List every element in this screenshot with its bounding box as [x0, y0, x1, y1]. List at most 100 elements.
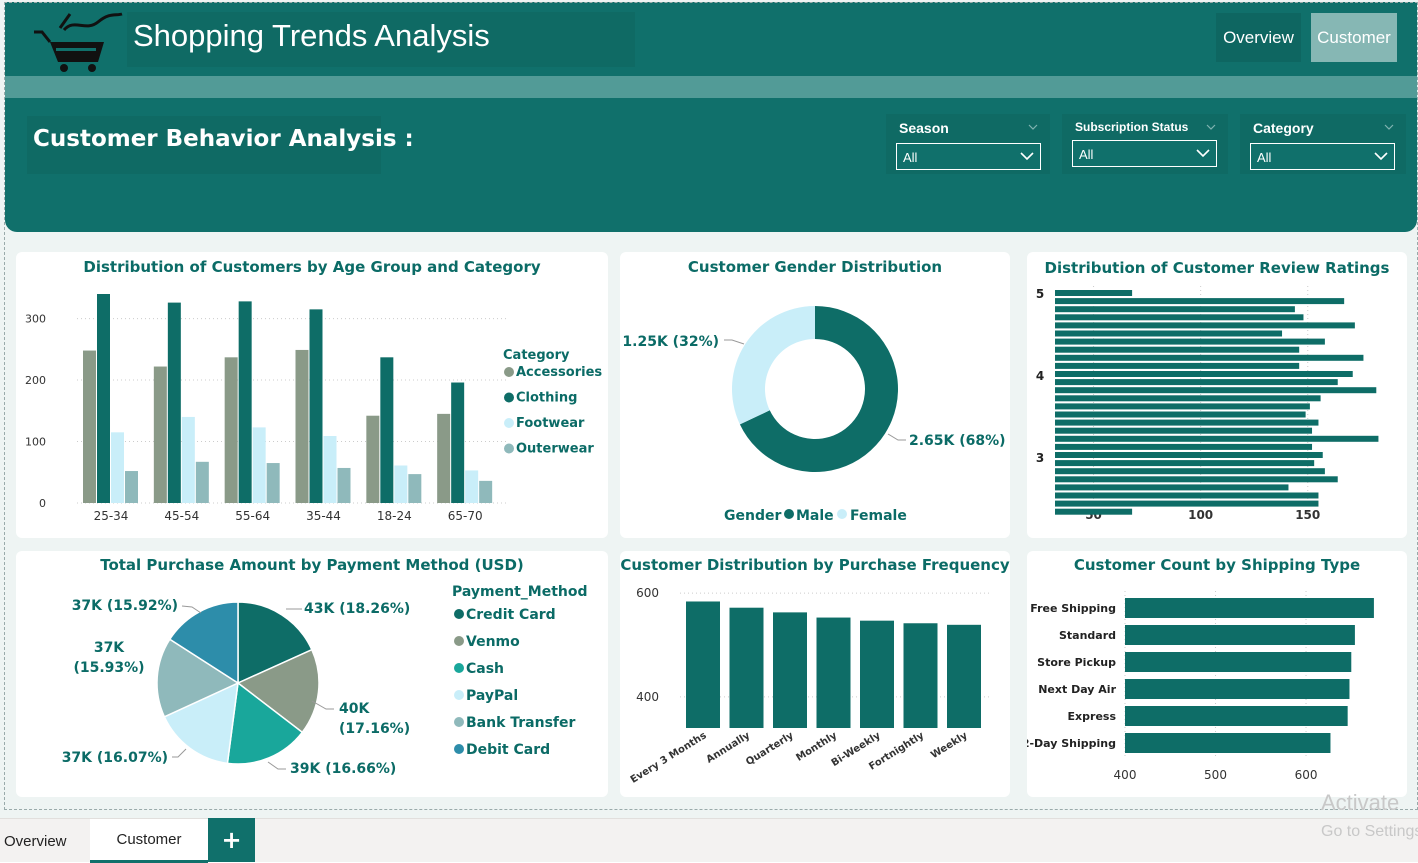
payment-chart-card[interactable]: Total Purchase Amount by Payment Method … — [16, 551, 608, 797]
legend-marker — [454, 690, 464, 700]
bar-clothing — [451, 382, 465, 503]
rating-bar — [1055, 427, 1313, 434]
y-tick-label: Free Shipping — [1030, 602, 1116, 615]
bar-accessories — [83, 350, 96, 503]
x-tick-label: 55-64 — [235, 509, 270, 523]
chevron-down-icon — [1374, 152, 1388, 161]
donut-slice-female — [732, 306, 815, 425]
page-tab-customer[interactable]: Customer — [90, 819, 208, 863]
bar-accessories — [153, 366, 167, 503]
report-canvas: Shopping Trends Analysis Overview Custom… — [0, 0, 1418, 863]
page-tab-overview[interactable]: Overview — [0, 819, 90, 863]
gender-donut-chart: 2.65K (68%) 1.25K (32%) Gender Male Female — [622, 306, 1006, 524]
rating-bar — [1055, 435, 1379, 442]
rating-bar — [1055, 338, 1325, 345]
header-band — [5, 76, 1417, 98]
y-tick-label: 4 — [1036, 369, 1044, 383]
bar-clothing — [309, 309, 323, 503]
chevron-down-icon — [1020, 152, 1034, 161]
legend-label: Female — [850, 508, 907, 524]
x-tick-label: 18-24 — [377, 509, 412, 523]
frequency-bar — [903, 623, 938, 728]
subscription-dropdown[interactable]: All — [1072, 140, 1217, 167]
y-tick-label: 200 — [25, 374, 46, 387]
shipping-bar — [1125, 706, 1348, 726]
legend-label: Credit Card — [466, 607, 556, 623]
x-tick-label: 500 — [1204, 768, 1227, 782]
rating-bar — [1055, 354, 1364, 361]
shipping-bar — [1125, 652, 1352, 672]
activation-watermark-sub: Go to Settings — [1321, 823, 1418, 840]
rating-bar — [1055, 362, 1300, 369]
ratings-chart-card[interactable]: Distribution of Customer Review Ratings … — [1027, 252, 1407, 538]
bar-outerwear — [337, 467, 351, 503]
legend-title: Payment_Method — [452, 584, 588, 600]
category-dropdown[interactable]: All — [1250, 143, 1395, 170]
age-category-chart-card[interactable]: Distribution of Customers by Age Group a… — [16, 252, 608, 538]
legend-label: Accessories — [516, 365, 602, 380]
bar-footwear — [394, 465, 408, 503]
data-label: 37K (15.92%) — [72, 598, 178, 614]
bar-outerwear — [266, 463, 280, 503]
legend-label: Footwear — [516, 416, 585, 431]
chevron-down-icon — [1196, 149, 1210, 158]
chevron-down-icon[interactable] — [1206, 122, 1216, 132]
rating-bar — [1055, 290, 1133, 296]
data-label: 40K (17.16%) — [339, 701, 410, 737]
legend-marker — [504, 443, 514, 454]
shipping-bar-chart: 400 500 600 Free Shipping Standard Store Pick… — [1027, 591, 1374, 782]
subscription-slicer-label: Subscription Status — [1075, 120, 1189, 134]
shipping-bar — [1125, 625, 1355, 645]
bar-clothing — [97, 294, 110, 503]
bar-footwear — [181, 416, 195, 503]
bar-accessories — [295, 349, 309, 503]
bar-outerwear — [125, 471, 138, 503]
data-label: 43K (18.26%) — [304, 601, 410, 617]
rating-bar — [1055, 508, 1133, 515]
frequency-bar — [947, 624, 981, 728]
rating-bar — [1055, 395, 1321, 402]
legend-title: Category — [503, 348, 570, 363]
chevron-down-icon[interactable] — [1028, 122, 1038, 132]
season-slicer-label: Season — [899, 120, 949, 136]
bar-clothing — [380, 357, 394, 503]
x-tick-label: Weekly — [929, 730, 970, 761]
section-title: Customer Behavior Analysis : — [33, 126, 414, 152]
bar-clothing — [238, 301, 252, 503]
legend-label: Bank Transfer — [466, 715, 576, 731]
frequency-bar — [816, 617, 851, 728]
add-page-button[interactable]: + — [208, 818, 255, 862]
rating-bar — [1055, 298, 1345, 305]
shipping-chart-card[interactable]: Customer Count by Shipping Type 400 500 60… — [1027, 551, 1407, 797]
rating-bar — [1055, 371, 1353, 377]
x-tick-label: 65-70 — [448, 509, 483, 523]
category-slicer-label: Category — [1253, 120, 1314, 136]
y-tick-label: 2-Day Shipping — [1027, 737, 1116, 750]
leader-line — [724, 339, 745, 345]
y-tick-label: 5 — [1036, 287, 1044, 301]
rating-bar — [1055, 314, 1304, 321]
y-tick-label: Store Pickup — [1037, 656, 1116, 669]
legend-marker — [784, 509, 794, 519]
chevron-down-icon[interactable] — [1384, 122, 1394, 132]
season-slicer: Season All — [886, 114, 1050, 174]
gender-chart-card[interactable]: Customer Gender Distribution 2.65K (68%)… — [620, 252, 1010, 538]
shipping-bar — [1125, 679, 1350, 699]
season-dropdown-value: All — [903, 150, 918, 165]
frequency-chart-card[interactable]: Customer Distribution by Purchase Freque… — [620, 551, 1010, 797]
bar-outerwear — [479, 480, 493, 503]
shopping-cart-logo-icon — [34, 12, 123, 72]
data-label: 37K (15.93%) — [73, 640, 144, 676]
rating-bar — [1055, 460, 1315, 467]
data-label: 37K (16.07%) — [62, 750, 168, 766]
nav-overview-button[interactable]: Overview — [1216, 13, 1301, 62]
y-tick-label: 600 — [636, 586, 659, 600]
bar-outerwear — [408, 474, 422, 503]
shipping-bar — [1125, 598, 1374, 618]
season-dropdown[interactable]: All — [896, 143, 1041, 170]
frequency-bar — [686, 601, 720, 728]
y-tick-label: 3 — [1036, 451, 1044, 465]
x-tick-label: 35-44 — [306, 509, 341, 523]
frequency-bar-chart: 400600Every 3 MonthsAnnuallyQuarterlyMon… — [629, 586, 990, 786]
nav-customer-button[interactable]: Customer — [1311, 13, 1397, 62]
